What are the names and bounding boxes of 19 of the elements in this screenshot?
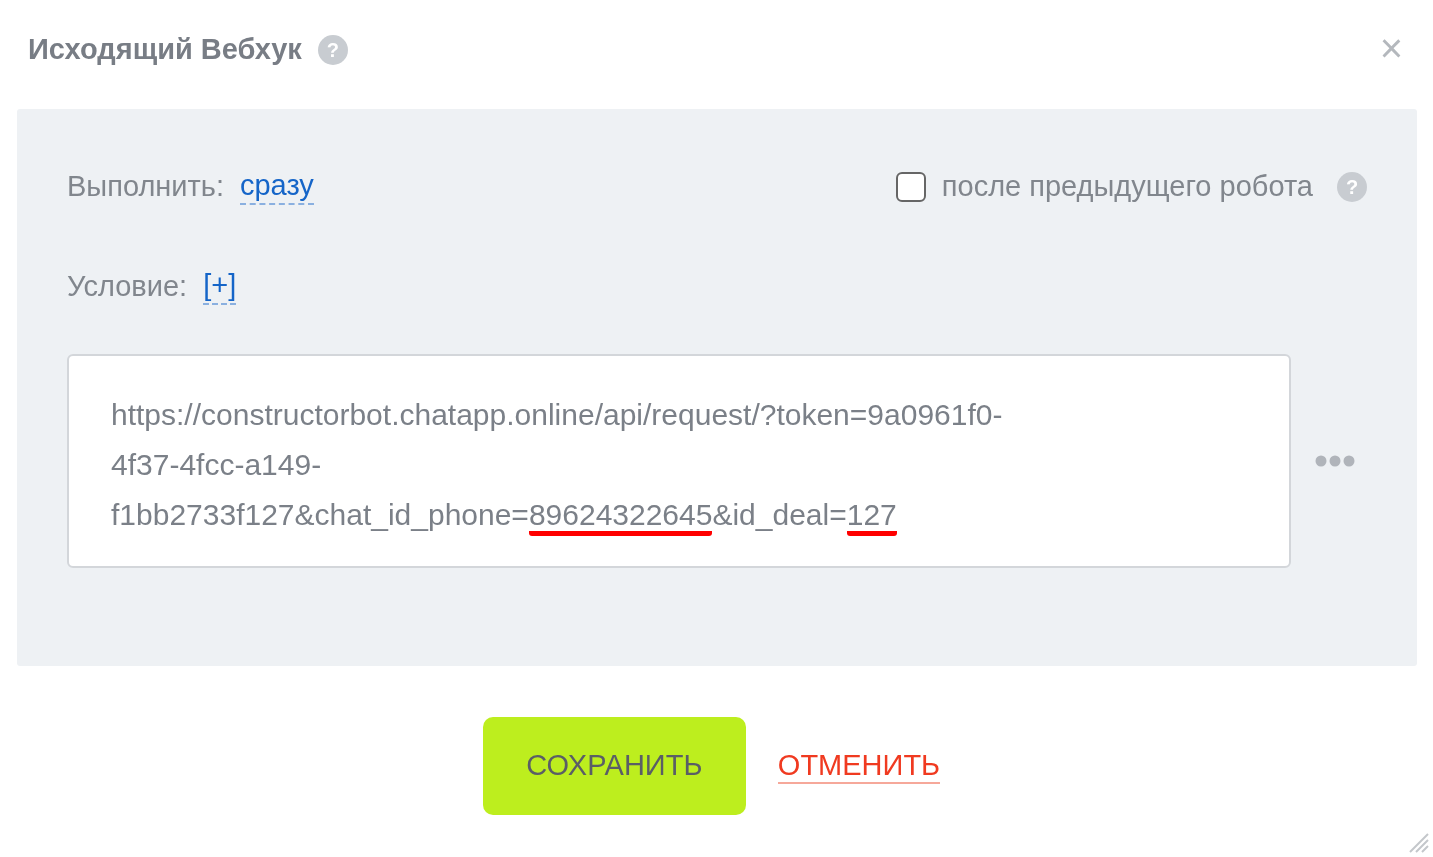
save-button[interactable]: СОХРАНИТЬ <box>482 717 746 815</box>
execute-link[interactable]: сразу <box>239 168 314 206</box>
dialog-title: Исходящий Вебхук <box>28 32 302 67</box>
highlighted-text: 89624322645 <box>528 498 713 536</box>
checkbox[interactable] <box>895 171 926 202</box>
condition-label: Условие: <box>67 268 188 304</box>
close-button[interactable]: × <box>1379 28 1403 68</box>
add-condition-link[interactable]: [+] <box>203 267 237 305</box>
url-text: 4f37-4fcc-a149- <box>111 448 322 481</box>
more-icon[interactable] <box>1315 455 1355 467</box>
url-text: &id_deal= <box>712 498 847 531</box>
highlighted-text: 127 <box>846 498 897 536</box>
url-text: f1bb2733f127&chat_id_phone= <box>111 498 529 531</box>
url-text: https://constructorbot.chatapp.online/api/request/?token=9a0961f0- <box>111 398 1003 431</box>
resize-grip-icon[interactable] <box>1407 831 1429 853</box>
url-field[interactable]: https://constructorbot.chatapp.online/api/request/?token=9a0961f0- 4f37-4fcc-a149- f1bb2733f127&chat_id_phone=89624322645&id_deal=127 <box>67 354 1291 568</box>
cancel-link[interactable]: ОТМЕНИТЬ <box>777 747 941 785</box>
checkbox-label: после предыдущего робота <box>941 169 1313 204</box>
execute-label: Выполнить: <box>67 169 224 204</box>
